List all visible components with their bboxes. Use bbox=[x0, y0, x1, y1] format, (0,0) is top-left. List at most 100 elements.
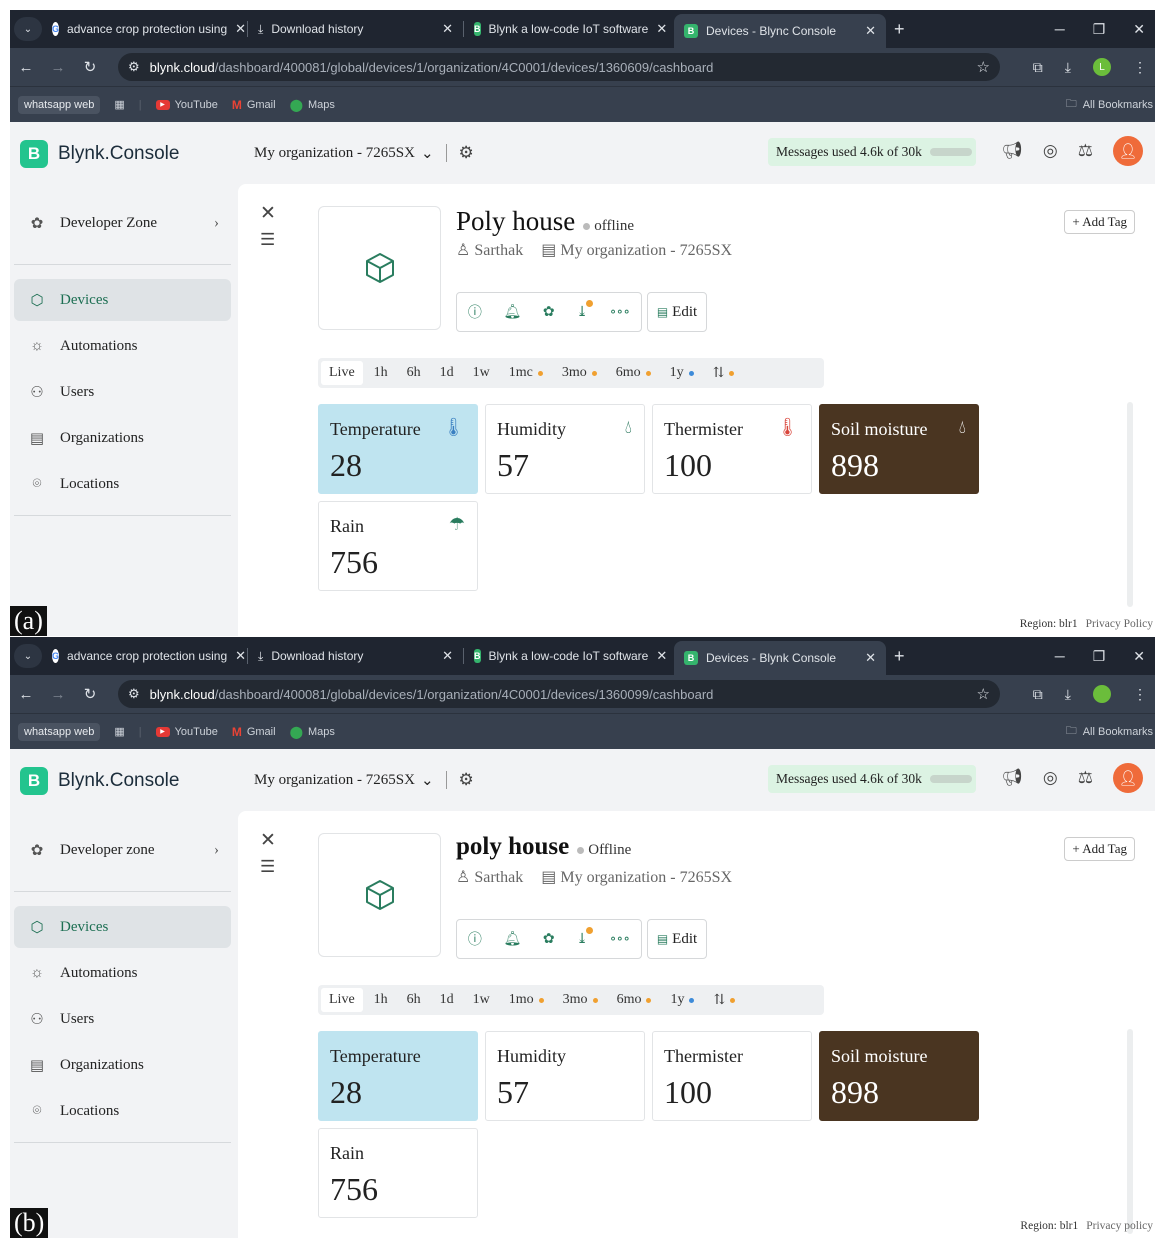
add-tag-button[interactable]: + Add Tag bbox=[1064, 837, 1135, 861]
sidebar-item-automations[interactable]: ☼ Automations bbox=[14, 325, 231, 367]
tab-search-icon[interactable]: ⌄ bbox=[14, 17, 42, 41]
widget-soil-moisture[interactable]: Soil moisture 898 💧︎ bbox=[819, 1031, 979, 1121]
restore-icon[interactable]: ❐ bbox=[1093, 21, 1106, 38]
bookmark-whatsapp[interactable]: whatsapp web bbox=[18, 95, 101, 114]
downloads-icon[interactable]: ⤓ bbox=[1065, 686, 1071, 703]
privacy-policy-link[interactable]: Privacy Policy bbox=[1086, 618, 1153, 630]
reload-icon[interactable]: ↻ bbox=[74, 58, 106, 76]
time-range-1y[interactable]: 1y bbox=[662, 988, 702, 1012]
time-range-1mo[interactable]: 1mc bbox=[501, 361, 551, 385]
forward-icon[interactable]: → bbox=[42, 686, 74, 703]
add-tag-button[interactable]: + Add Tag bbox=[1064, 210, 1135, 234]
edit-button[interactable]: ▤ Edit bbox=[647, 919, 707, 959]
all-bookmarks[interactable]: 🗀 All Bookmarks bbox=[1066, 722, 1153, 741]
widget-temperature[interactable]: Temperature 28 🌡︎ bbox=[318, 404, 478, 494]
close-icon[interactable]: ✕ bbox=[865, 23, 876, 39]
back-icon[interactable]: ← bbox=[10, 686, 42, 703]
scrollbar[interactable] bbox=[1127, 1029, 1133, 1234]
download-icon[interactable]: ⤓ bbox=[576, 926, 593, 948]
device-owner[interactable]: ♙ Sarthak bbox=[456, 867, 523, 887]
time-range-6h[interactable]: 6h bbox=[399, 361, 429, 385]
brand[interactable]: B Blynk.Console bbox=[20, 767, 179, 795]
tab-download-history[interactable]: ⤓ Download history ✕ bbox=[248, 641, 463, 671]
profile-avatar[interactable] bbox=[1093, 685, 1111, 703]
device-image[interactable] bbox=[318, 206, 441, 330]
bookmark-whatsapp[interactable]: whatsapp web bbox=[18, 722, 101, 741]
time-range-1h[interactable]: 1h bbox=[366, 988, 396, 1012]
info-icon[interactable]: ⓘ bbox=[468, 929, 482, 949]
close-icon[interactable]: ✕ bbox=[260, 829, 276, 852]
bookmark-gmail[interactable]: M Gmail bbox=[232, 725, 276, 739]
brand[interactable]: B Blynk.Console bbox=[20, 140, 179, 168]
apps-grid-icon[interactable]: ▦ bbox=[114, 725, 124, 738]
time-range-1d[interactable]: 1d bbox=[432, 988, 462, 1012]
tab-blynk-console[interactable]: B Devices - Blync Console ✕ bbox=[674, 14, 886, 48]
bookmark-youtube[interactable]: ▶ YouTube bbox=[155, 99, 218, 111]
custom-range[interactable]: ⇅ bbox=[705, 361, 743, 385]
announcements-icon[interactable]: 📢︎ bbox=[1001, 768, 1023, 788]
sidebar-item-devices[interactable]: ⬡ Devices bbox=[14, 906, 231, 948]
sidebar-item-organizations[interactable]: ▤ Organizations bbox=[14, 417, 231, 459]
widget-humidity[interactable]: Humidity 57 💧︎ bbox=[485, 1031, 645, 1121]
tab-blynk-software[interactable]: B Blynk a low-code IoT software ✕ bbox=[464, 641, 674, 671]
announcements-icon[interactable]: 📢︎ bbox=[1001, 141, 1023, 161]
widget-rain[interactable]: Rain 756 ☂ bbox=[318, 1128, 478, 1218]
widget-soil-moisture[interactable]: Soil moisture 898 💧︎ bbox=[819, 404, 979, 494]
new-tab-icon[interactable]: + bbox=[894, 646, 905, 667]
time-range-live[interactable]: Live bbox=[321, 361, 363, 385]
developer-tools-icon[interactable]: ✿ bbox=[543, 931, 555, 948]
help-lifebuoy-icon[interactable]: ◎ bbox=[1043, 768, 1058, 788]
tab-blynk-console[interactable]: B Devices - Blynk Console ✕ bbox=[674, 641, 886, 675]
reload-icon[interactable]: ↻ bbox=[74, 685, 106, 703]
bookmark-maps[interactable]: ⬤ Maps bbox=[290, 725, 335, 739]
close-window-icon[interactable]: ✕ bbox=[1133, 648, 1145, 665]
close-icon[interactable]: ✕ bbox=[442, 21, 453, 37]
sidebar-item-developer-zone[interactable]: ✿ Developer zone › bbox=[14, 829, 231, 871]
device-organization[interactable]: ▤ My organization - 7265SX bbox=[541, 240, 732, 260]
scrollbar[interactable] bbox=[1127, 402, 1133, 607]
site-info-icon[interactable]: ⚙ bbox=[128, 59, 140, 75]
back-icon[interactable]: ← bbox=[10, 59, 42, 76]
time-range-live[interactable]: Live bbox=[321, 988, 363, 1012]
close-icon[interactable]: ✕ bbox=[656, 648, 667, 664]
site-info-icon[interactable]: ⚙ bbox=[128, 686, 140, 702]
notification-bell-icon[interactable]: 🔔︎ bbox=[503, 304, 521, 321]
sidebar-item-locations[interactable]: ⌾ Locations bbox=[14, 463, 231, 505]
sidebar-item-organizations[interactable]: ▤ Organizations bbox=[14, 1044, 231, 1086]
bookmark-star-icon[interactable]: ☆ bbox=[977, 685, 990, 703]
tab-search-icon[interactable]: ⌄ bbox=[14, 644, 42, 668]
bookmark-star-icon[interactable]: ☆ bbox=[977, 58, 990, 76]
new-tab-icon[interactable]: + bbox=[894, 19, 905, 40]
help-lifebuoy-icon[interactable]: ◎ bbox=[1043, 141, 1058, 161]
close-icon[interactable]: ✕ bbox=[235, 648, 246, 664]
more-options-icon[interactable]: ∘∘∘ bbox=[610, 931, 631, 948]
tab-google-search[interactable]: G advance crop protection using ✕ bbox=[42, 641, 247, 671]
bookmark-maps[interactable]: ⬤ Maps bbox=[290, 98, 335, 112]
billing-icon[interactable]: ⚖ bbox=[1078, 768, 1093, 788]
tab-download-history[interactable]: ⤓ Download history ✕ bbox=[248, 14, 463, 44]
edit-button[interactable]: ▤ Edit bbox=[647, 292, 707, 332]
settings-gear-icon[interactable]: ⚙ bbox=[459, 143, 474, 163]
notification-bell-icon[interactable]: 🔔︎ bbox=[503, 931, 521, 948]
download-icon[interactable]: ⤓ bbox=[576, 299, 593, 321]
minimize-icon[interactable]: ─ bbox=[1055, 21, 1065, 37]
sidebar-item-developer-zone[interactable]: ✿ Developer Zone › bbox=[14, 202, 231, 244]
time-range-3mo[interactable]: 3mo bbox=[555, 988, 606, 1012]
sidebar-item-automations[interactable]: ☼ Automations bbox=[14, 952, 231, 994]
custom-range[interactable]: ⇅ bbox=[705, 988, 743, 1012]
url-input[interactable]: ⚙ blynk.cloud/dashboard/400081/global/de… bbox=[118, 53, 1000, 81]
forward-icon[interactable]: → bbox=[42, 59, 74, 76]
tab-blynk-software[interactable]: B Blynk a low-code IoT software ✕ bbox=[464, 14, 674, 44]
user-avatar[interactable]: 👤︎ bbox=[1113, 136, 1143, 166]
device-organization[interactable]: ▤ My organization - 7265SX bbox=[541, 867, 732, 887]
developer-tools-icon[interactable]: ✿ bbox=[543, 304, 555, 321]
close-icon[interactable]: ✕ bbox=[656, 21, 667, 37]
widget-temperature[interactable]: Temperature 28 🌡︎ bbox=[318, 1031, 478, 1121]
time-range-1w[interactable]: 1w bbox=[465, 361, 498, 385]
time-range-6mo[interactable]: 6mo bbox=[609, 988, 660, 1012]
messages-usage[interactable]: Messages used 4.6k of 30k bbox=[768, 138, 976, 166]
messages-usage[interactable]: Messages used 4.6k of 30k bbox=[768, 765, 976, 793]
info-icon[interactable]: ⓘ bbox=[468, 302, 482, 322]
widget-thermister[interactable]: Thermister 100 🌡︎ bbox=[652, 404, 812, 494]
device-image[interactable] bbox=[318, 833, 441, 957]
